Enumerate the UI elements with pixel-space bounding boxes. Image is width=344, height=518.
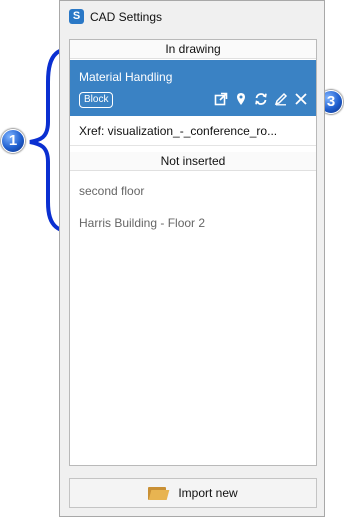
not-inserted-item[interactable]: second floor: [70, 176, 316, 206]
in-drawing-header: In drawing: [70, 40, 316, 59]
item-actions: [212, 90, 310, 108]
app-icon: S: [69, 9, 84, 24]
refresh-icon[interactable]: [252, 90, 270, 108]
window-title: CAD Settings: [90, 10, 163, 24]
cad-settings-window: S CAD Settings In drawing Material Handl…: [59, 0, 325, 517]
block-badge: Block: [79, 92, 114, 108]
import-new-label: Import new: [178, 486, 238, 500]
title-bar: S CAD Settings: [60, 1, 324, 33]
xref-drawing-item[interactable]: Xref: visualization_-_conference_ro...: [70, 116, 316, 146]
not-inserted-header: Not inserted: [70, 152, 316, 171]
folder-icon: [148, 485, 170, 501]
close-icon[interactable]: [292, 90, 310, 108]
selected-drawing-item[interactable]: Material Handling Block: [70, 60, 316, 116]
open-external-icon[interactable]: [212, 90, 230, 108]
item-name: Material Handling: [79, 70, 173, 84]
location-pin-icon[interactable]: [232, 90, 250, 108]
edit-icon[interactable]: [272, 90, 290, 108]
import-new-button[interactable]: Import new: [69, 478, 317, 508]
not-inserted-item[interactable]: Harris Building - Floor 2: [70, 208, 316, 238]
not-inserted-section: Not inserted: [70, 152, 316, 171]
callout-1: 1: [1, 129, 25, 153]
drawings-list-panel: In drawing Material Handling Block Xref:…: [69, 39, 317, 466]
